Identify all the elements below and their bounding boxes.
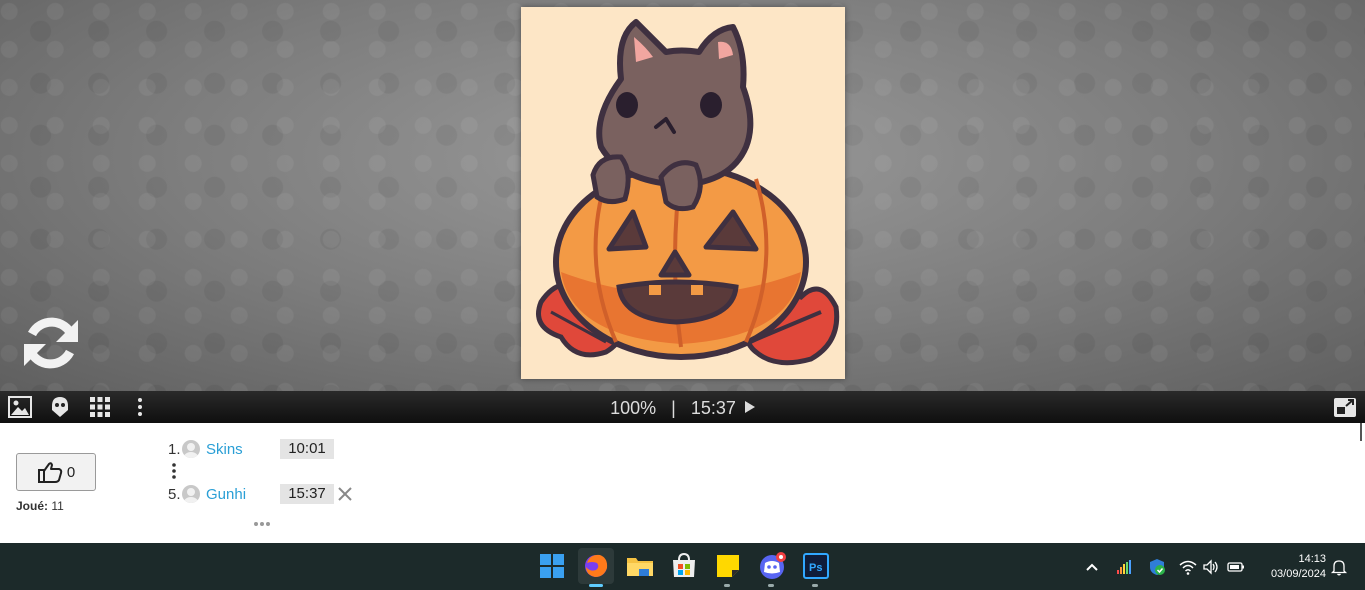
zoom-level: 100% xyxy=(610,398,657,418)
clock-date: 03/09/2024 xyxy=(1270,568,1326,580)
clock-time: 14:13 xyxy=(1298,553,1326,565)
played-label: Joué: xyxy=(16,499,49,513)
fullscreen-icon[interactable] xyxy=(1333,395,1359,419)
avatar xyxy=(182,440,200,458)
photoshop-icon[interactable]: Ps xyxy=(801,551,831,581)
more-vertical-icon[interactable] xyxy=(171,463,177,479)
active-indicator xyxy=(589,584,603,587)
running-indicator xyxy=(724,584,730,587)
score-time: 10:01 xyxy=(280,439,334,459)
photoshop-label: Ps xyxy=(809,562,822,574)
timer: 15:37 xyxy=(690,398,736,418)
played-stat: Joué: 11 xyxy=(16,499,64,513)
microsoft-store-icon[interactable] xyxy=(669,551,699,581)
wifi-icon[interactable] xyxy=(1179,558,1197,576)
avatar xyxy=(182,485,200,503)
running-indicator xyxy=(768,584,774,587)
leaderboard-row: 5. Gunhi xyxy=(168,484,246,504)
leaderboard-row: 1. Skins xyxy=(168,439,243,459)
play-icon[interactable] xyxy=(744,401,755,413)
windows-start-icon[interactable] xyxy=(537,551,567,581)
discord-icon[interactable] xyxy=(757,551,787,581)
security-shield-icon[interactable] xyxy=(1148,558,1166,576)
separator: | xyxy=(671,398,676,418)
played-count: 11 xyxy=(51,499,64,513)
system-clock[interactable]: 14:13 03/09/2024 xyxy=(1256,552,1326,582)
player-link[interactable]: Skins xyxy=(206,441,243,458)
running-indicator xyxy=(812,584,818,587)
scrollbar[interactable] xyxy=(1360,423,1362,441)
status-readout: 100% | 15:37 xyxy=(0,398,1365,419)
volume-icon[interactable] xyxy=(1202,558,1220,576)
puzzle-image[interactable] xyxy=(521,7,845,379)
like-count: 0 xyxy=(66,463,76,481)
close-icon[interactable] xyxy=(338,487,352,501)
audio-meter-icon[interactable] xyxy=(1115,558,1133,576)
refresh-icon[interactable] xyxy=(20,312,82,374)
cat-pumpkin-illustration xyxy=(536,19,840,366)
rank: 1. xyxy=(168,440,181,458)
taskbar: Ps 14:13 03/09/2024 xyxy=(0,543,1365,590)
firefox-icon[interactable] xyxy=(578,548,614,584)
sticky-notes-icon[interactable] xyxy=(713,551,743,581)
thumbs-up-icon xyxy=(37,462,63,483)
viewer-toolbar: 100% | 15:37 xyxy=(0,391,1365,423)
more-horizontal-icon[interactable] xyxy=(253,515,271,526)
file-explorer-icon[interactable] xyxy=(625,551,655,581)
battery-icon[interactable] xyxy=(1227,558,1245,576)
chevron-up-icon[interactable] xyxy=(1083,558,1101,576)
puzzle-stage[interactable] xyxy=(0,0,1365,391)
notification-bell-icon[interactable] xyxy=(1330,558,1348,576)
rank: 5. xyxy=(168,485,181,503)
score-time: 15:37 xyxy=(280,484,334,504)
like-button[interactable]: 0 xyxy=(16,453,96,491)
player-link[interactable]: Gunhi xyxy=(206,486,246,503)
